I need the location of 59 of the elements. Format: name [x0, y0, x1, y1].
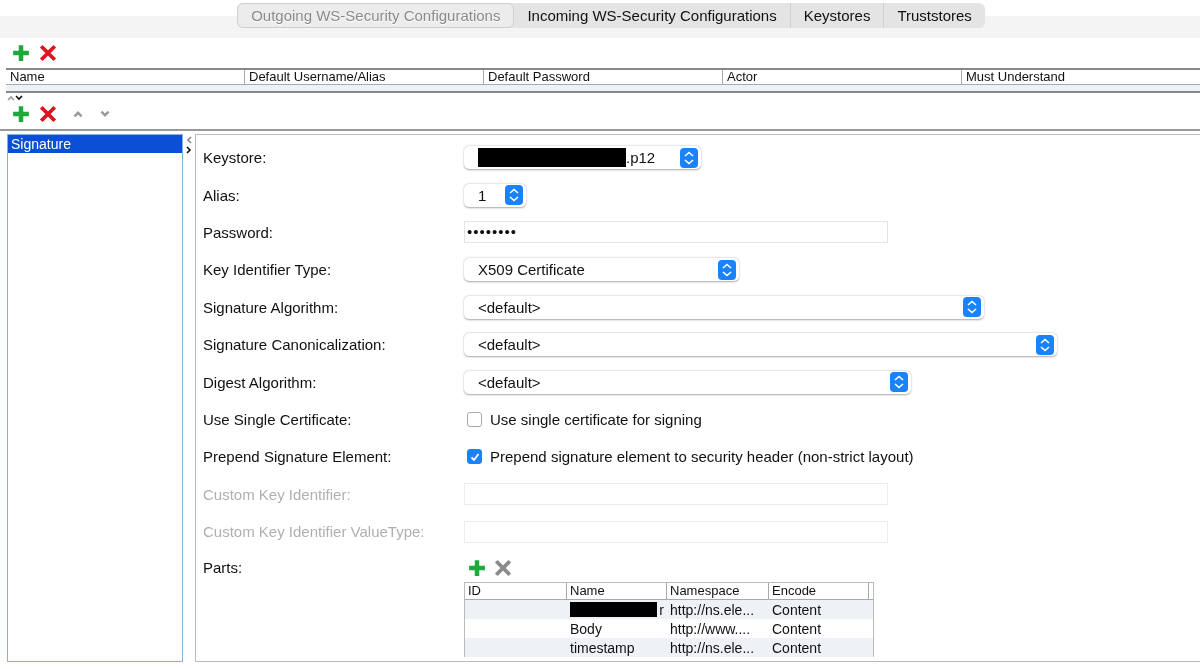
table-cell: Content [772, 601, 822, 618]
field-label: Parts: [203, 559, 244, 577]
dropdown[interactable]: <default> [464, 333, 1057, 357]
column-header[interactable]: Name [6, 70, 244, 84]
field-label: Password: [203, 223, 275, 241]
move-up-icon[interactable] [72, 109, 84, 119]
table-cell: Content [772, 620, 822, 637]
dropdown[interactable]: .p12 [464, 146, 701, 170]
stepper-icon [718, 259, 736, 280]
add-icon[interactable] [468, 559, 486, 578]
column-header[interactable]: ID [465, 583, 567, 600]
column-header[interactable]: Namespace [667, 583, 769, 600]
checkbox-label: Prepend signature element to security header (non-strict layout) [490, 448, 914, 466]
list-item[interactable]: Signature [8, 135, 182, 153]
field-label: Alias: [203, 186, 241, 204]
table-cell: timestamp [570, 639, 635, 656]
checkbox[interactable] [467, 411, 482, 427]
dropdown[interactable]: 1 [464, 183, 526, 207]
chevron-right-icon[interactable] [186, 146, 192, 154]
field-label: Key Identifier Type: [203, 261, 333, 279]
column-header[interactable]: Name [567, 583, 667, 600]
dropdown[interactable]: X509 Certificate [464, 258, 739, 282]
field-label: Signature Canonicalization: [203, 336, 387, 354]
checkbox-label: Use single certificate for signing [490, 410, 702, 428]
table-cell: http://ns.ele... [670, 601, 755, 618]
tab[interactable]: Incoming WS-Security Configurations [514, 3, 791, 28]
table-cell: http://www.... [670, 620, 751, 637]
password-field[interactable]: •••••••• [464, 221, 888, 244]
delete-icon[interactable] [39, 105, 57, 123]
tab[interactable]: Keystores [790, 3, 885, 28]
field-label: Signature Algorithm: [203, 298, 340, 316]
dropdown[interactable]: <default> [464, 370, 911, 394]
stepper-icon [1036, 334, 1054, 355]
field-label: Prepend Signature Element: [203, 448, 393, 466]
chevron-down-icon[interactable] [15, 95, 23, 101]
stepper-icon [890, 372, 908, 393]
field-label: Custom Key Identifier ValueType: [203, 523, 426, 541]
column-header[interactable]: Must Understand [961, 70, 1200, 84]
checkbox[interactable] [467, 449, 482, 465]
column-header[interactable]: Default Username/Alias [244, 70, 483, 84]
add-icon[interactable] [12, 44, 30, 62]
stepper-icon [963, 297, 981, 318]
field-label: Digest Algorithm: [203, 373, 318, 391]
field-label: Use Single Certificate: [203, 410, 353, 428]
delete-icon[interactable] [39, 44, 57, 62]
field-label: Keystore: [203, 149, 268, 167]
table-cell: r [659, 601, 664, 618]
move-down-icon[interactable] [99, 109, 111, 119]
tab[interactable]: Truststores [884, 3, 985, 28]
table-cell: Content [772, 639, 822, 656]
stepper-icon [505, 185, 523, 206]
stepper-icon [680, 147, 698, 168]
field-label: Custom Key Identifier: [203, 485, 352, 503]
table-cell: http://ns.ele... [670, 639, 755, 656]
column-header[interactable]: Actor [722, 70, 961, 84]
column-header[interactable]: Encode [769, 583, 869, 600]
column-header[interactable]: Default Password [483, 70, 722, 84]
dropdown[interactable]: <default> [464, 295, 984, 319]
table-cell: Body [570, 620, 602, 637]
